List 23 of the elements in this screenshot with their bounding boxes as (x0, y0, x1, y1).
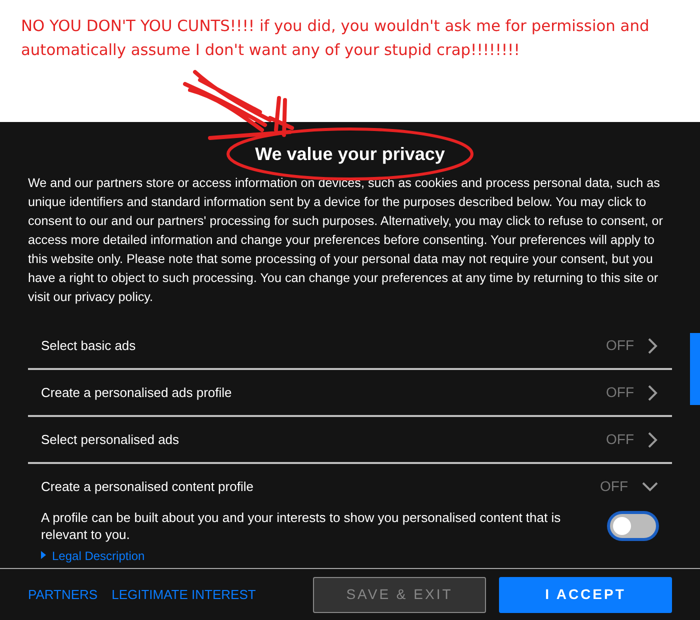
footer-link[interactable]: PARTNERS (28, 584, 98, 604)
toggle-switch[interactable] (608, 512, 658, 540)
scrollbar-thumb[interactable] (690, 333, 700, 405)
purpose-label[interactable]: Select personalised ads (41, 430, 606, 450)
save-exit-button[interactable]: SAVE & EXIT (313, 576, 486, 612)
status-text: OFF (606, 383, 634, 402)
status-text: OFF (606, 336, 634, 355)
chevron-down-icon[interactable] (642, 482, 658, 492)
chevron-right-icon[interactable] (648, 384, 658, 400)
chevron-right-icon[interactable] (648, 432, 658, 448)
legal-description-link[interactable]: Legal Description (52, 547, 145, 565)
triangle-icon[interactable] (41, 551, 46, 559)
footer-link[interactable]: LEGITIMATE INTEREST (112, 584, 256, 604)
purpose-label[interactable]: Select basic ads (41, 336, 606, 356)
purpose-label[interactable]: Create a personalised ads profile (41, 382, 606, 402)
status-text: OFF (606, 430, 634, 449)
dialog-title: We value your privacy (255, 143, 445, 166)
purpose-label[interactable]: Create a personalised content profile (41, 476, 600, 496)
annotation-text: NO YOU DON'T YOU CUNTS!!!! if you did, you wouldn't ask me for permission and automatically assume I don't want any of your stupid crap!!!!!!!! (21, 16, 650, 61)
status-text: OFF (600, 477, 628, 496)
accept-button[interactable]: I ACCEPT (499, 576, 672, 612)
purpose-description: A profile can be built about you and your interests to show you personalised content that is relevant to you. (41, 509, 562, 543)
chevron-right-icon[interactable] (648, 338, 658, 354)
